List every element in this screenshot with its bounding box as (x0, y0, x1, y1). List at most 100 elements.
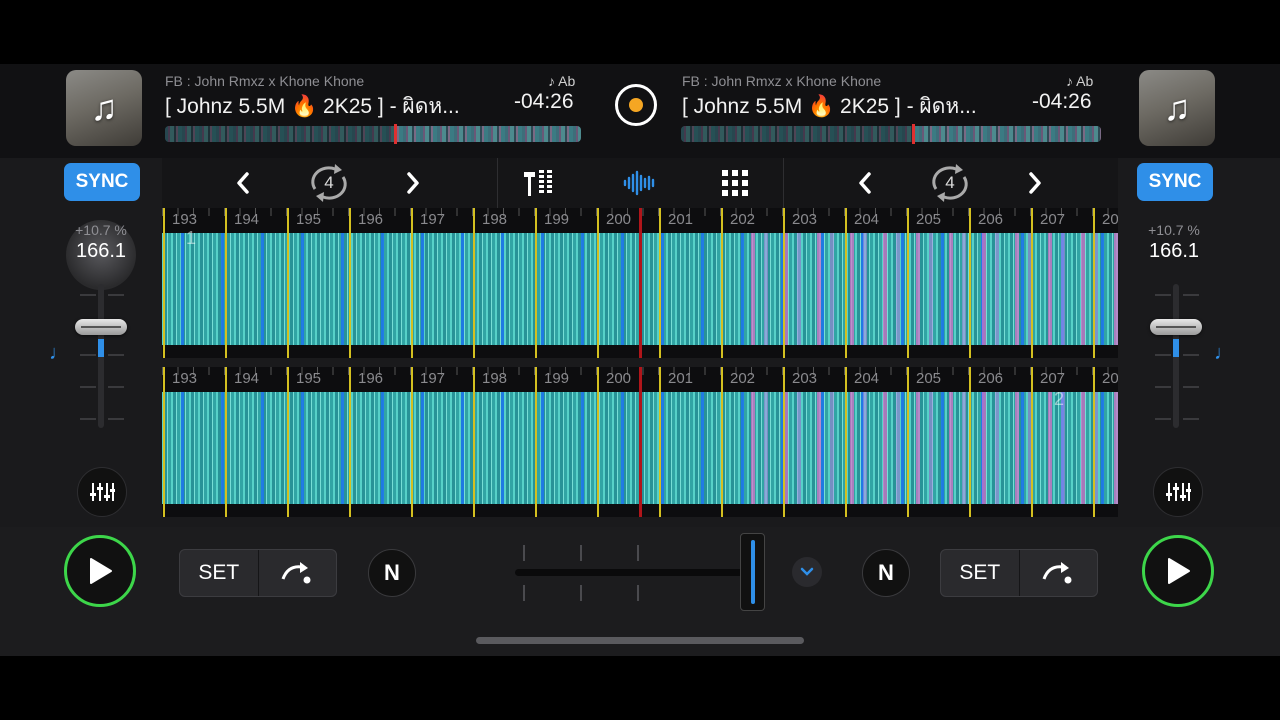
beat-number: 195 (296, 211, 322, 228)
crossfader-tick (523, 585, 525, 601)
deck-a-cue-jump-button[interactable] (259, 550, 337, 596)
track-header: ♫ FB : John Rmxz x Khone Khone ♪ Ab [ Jo… (0, 64, 1280, 158)
mixer-view-button[interactable] (522, 166, 556, 200)
deck-b-loop-prev-button[interactable] (850, 168, 880, 198)
bar-marker (1031, 367, 1033, 517)
deck-b-sync-button[interactable]: SYNC (1137, 163, 1213, 201)
slider-notch (1155, 386, 1171, 388)
deck-b-cue-jump-button[interactable] (1020, 550, 1098, 596)
deck-a-loop-next-button[interactable] (398, 168, 428, 198)
deck-b-loop-next-button[interactable] (1020, 168, 1050, 198)
slider-notch (80, 354, 96, 356)
bar-marker (597, 367, 599, 517)
deck-a-cue-marker[interactable]: 1 (186, 228, 196, 249)
deck-b-pitch-percent: +10.7 % (1148, 222, 1200, 238)
bar-marker (349, 367, 351, 517)
bar-marker (783, 208, 785, 358)
deck-a-loop-prev-button[interactable] (228, 168, 258, 198)
deck-a-waveform[interactable]: 1 193 194 195 196 197 198 199 200 201 202 203 204 20… (162, 208, 1118, 358)
pads-view-button[interactable] (718, 166, 752, 200)
deck-b-set-button[interactable]: SET (941, 550, 1020, 596)
bar-marker (349, 208, 351, 358)
bar-marker (845, 367, 847, 517)
record-button[interactable] (615, 84, 657, 126)
slider-notch (1183, 418, 1199, 420)
deck-a-sync-button[interactable]: SYNC (64, 163, 140, 201)
deck-a-pitch-percent: +10.7 % (75, 222, 127, 238)
transport-bar: SET N N SET (0, 527, 1280, 656)
deck-a-set-button[interactable]: SET (180, 550, 259, 596)
music-note-icon: ♫ (90, 87, 118, 128)
deck-a-bpm[interactable]: 166.1 (61, 240, 141, 263)
deck-a-loop-size: 4 (324, 173, 334, 192)
toolbar-divider (783, 158, 784, 208)
bar-marker (287, 367, 289, 517)
slider-notch (1183, 354, 1199, 356)
deck-b-overview-waveform[interactable] (681, 124, 1101, 144)
deck-a-eq-button[interactable] (77, 467, 127, 517)
bar-marker (1031, 208, 1033, 358)
record-icon (629, 98, 643, 112)
deck-b-neural-mix-button[interactable]: N (862, 549, 910, 597)
deck-b-artwork[interactable]: ♫ (1139, 70, 1215, 146)
waveform-view-button[interactable] (620, 166, 660, 200)
deck-a-artwork[interactable]: ♫ (66, 70, 142, 146)
crossfader-options-button[interactable] (792, 557, 822, 587)
grid-icon (722, 170, 748, 196)
deck-b-bpm[interactable]: 166.1 (1134, 240, 1214, 263)
deck-b-loop-button[interactable]: 4 (926, 163, 974, 203)
music-note-icon: ♩ (49, 342, 69, 364)
neural-mix-icon: N (878, 560, 894, 585)
bar-marker (535, 208, 537, 358)
bar-marker (225, 208, 227, 358)
deck-b-eq-button[interactable] (1153, 467, 1203, 517)
crossfader-track[interactable] (515, 569, 749, 576)
bar-marker (411, 208, 413, 358)
bar-marker (473, 367, 475, 517)
bar-marker (1093, 208, 1095, 358)
deck-b-play-button[interactable] (1142, 535, 1214, 607)
deck-b-title[interactable]: [ Johnz 5.5M 🔥 2K25 ] - ผิดห... (682, 90, 1012, 123)
beat-number: 197 (420, 211, 446, 228)
beat-number: 193 (172, 370, 198, 387)
crossfader-tick (580, 585, 582, 601)
deck-a-title[interactable]: [ Johnz 5.5M 🔥 2K25 ] - ผิดห... (165, 90, 495, 123)
chevron-right-icon (407, 172, 419, 194)
deck-a-tempo-thumb[interactable] (75, 319, 127, 335)
deck-b-cue-marker[interactable]: 2 (1054, 389, 1064, 410)
deck-a-playhead (639, 208, 642, 358)
deck-b-played-region (681, 126, 912, 142)
deck-b-tempo-thumb[interactable] (1150, 319, 1202, 335)
deck-a-played-region (165, 126, 394, 142)
beat-number: 201 (668, 211, 694, 228)
bar-marker (597, 208, 599, 358)
deck-b-waveform[interactable]: 2 193 194 195 196 197 198 199 200 201 202 203 204 20… (162, 367, 1118, 517)
crossfader-handle[interactable] (740, 533, 765, 611)
play-icon (90, 558, 112, 584)
toolbar-divider (497, 158, 498, 208)
beat-number: 195 (296, 370, 322, 387)
deck-a-waveform-highlight (742, 233, 1118, 345)
beat-number: 201 (668, 370, 694, 387)
bar-marker (969, 208, 971, 358)
deck-b-time[interactable]: -04:26 (1032, 90, 1092, 114)
beat-number: 198 (482, 211, 508, 228)
beat-number: 194 (234, 370, 260, 387)
deck-a-neural-mix-button[interactable]: N (368, 549, 416, 597)
deck-a-overview-waveform[interactable] (165, 124, 581, 144)
deck-a-play-button[interactable] (64, 535, 136, 607)
beat-number: 193 (172, 211, 198, 228)
beat-number: 197 (420, 370, 446, 387)
beat-number: 205 (916, 370, 942, 387)
music-note-icon: ♩ (1214, 342, 1234, 364)
beat-number: 196 (358, 370, 384, 387)
bar-marker (163, 208, 165, 358)
mixer-icon (524, 170, 552, 196)
deck-toolbar: 4 4 (162, 158, 1118, 208)
bar-marker (845, 208, 847, 358)
deck-a-time[interactable]: -04:26 (514, 90, 574, 114)
home-indicator[interactable] (476, 637, 804, 644)
deck-a-loop-button[interactable]: 4 (305, 163, 353, 203)
neural-mix-icon: N (384, 560, 400, 585)
crossfader-tick (580, 545, 582, 561)
